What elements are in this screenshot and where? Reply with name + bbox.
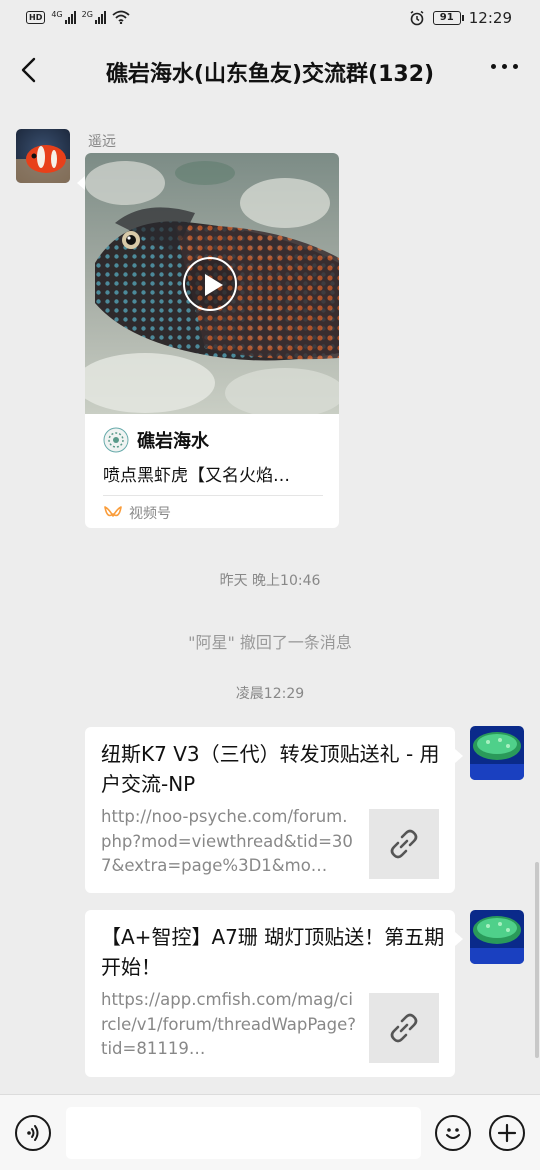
hd-indicator: HD — [26, 10, 46, 24]
self-avatar[interactable] — [470, 726, 524, 780]
more-button[interactable] — [491, 64, 518, 69]
link-card[interactable]: 【A+智控】A7珊 瑚灯顶贴送！第五期开始！ https://app.cmfis… — [85, 910, 463, 1077]
status-right: 91 12:29 — [409, 9, 512, 27]
signal-sim2-icon: 2G — [82, 10, 106, 24]
source-label: 视频号 — [129, 506, 171, 522]
signal-sim1-icon: 4G — [51, 10, 76, 24]
channels-icon — [104, 506, 122, 517]
chat-header: 礁岩海水(山东鱼友)交流群(132) — [0, 38, 540, 102]
voice-button[interactable] — [15, 1115, 51, 1151]
timestamp: 昨天 晚上10:46 — [219, 573, 321, 589]
emoji-button[interactable] — [435, 1115, 471, 1151]
add-button[interactable] — [489, 1115, 525, 1151]
sim2-network-label: 2G — [81, 10, 93, 19]
voice-icon — [27, 1125, 39, 1141]
link-thumbnail — [369, 809, 439, 879]
sender-avatar[interactable] — [16, 129, 70, 183]
scrollbar[interactable] — [535, 862, 539, 1058]
sim1-network-label: 4G — [51, 10, 63, 19]
alarm-icon — [410, 10, 424, 26]
video-description: 喷点黑虾虎【又名火焰… — [103, 466, 290, 486]
battery-icon: 91 — [432, 11, 464, 25]
plus-icon — [497, 1123, 517, 1143]
link-icon — [390, 829, 418, 859]
bubble-arrow — [77, 176, 85, 190]
link-title: 纽斯K7 V3（三代）转发顶贴送礼 - 用户交流-NP — [101, 742, 440, 796]
link-icon — [390, 1013, 418, 1043]
channel-logo-icon — [103, 427, 129, 453]
divider — [103, 495, 323, 496]
self-avatar[interactable] — [470, 910, 524, 964]
chat-title: 礁岩海水(山东鱼友)交流群(132) — [105, 62, 435, 87]
more-dots-icon — [491, 64, 496, 69]
chevron-left-icon — [21, 57, 36, 83]
video-card[interactable]: 礁岩海水 喷点黑虾虎【又名火焰… 视频号 — [85, 153, 339, 528]
play-icon[interactable] — [183, 257, 237, 311]
clock: 12:29 — [468, 9, 512, 27]
link-url: http://noo-psyche.com/forum.php?mod=view… — [101, 807, 353, 875]
wifi-icon — [112, 10, 130, 24]
source-row: 视频号 — [103, 503, 171, 523]
recall-notice: "阿星" 撤回了一条消息 — [188, 633, 352, 652]
link-url: https://app.cmfish.com/mag/circle/v1/for… — [101, 990, 357, 1058]
timestamp: 凌晨12:29 — [235, 686, 305, 702]
status-left: HD 4G 2G — [26, 10, 130, 24]
sender-name: 遥远 — [88, 134, 116, 150]
link-thumbnail — [369, 993, 439, 1063]
channel-name: 礁岩海水 — [137, 431, 209, 452]
message-input[interactable] — [66, 1107, 421, 1159]
input-bar — [0, 1094, 540, 1170]
channel-row: 礁岩海水 — [103, 427, 209, 453]
back-button[interactable] — [14, 54, 46, 86]
status-bar: HD 4G 2G 91 12:29 — [0, 0, 540, 38]
link-title: 【A+智控】A7珊 瑚灯顶贴送！第五期开始！ — [101, 925, 445, 979]
emoji-icon — [446, 1128, 460, 1139]
link-card[interactable]: 纽斯K7 V3（三代）转发顶贴送礼 - 用户交流-NP http://noo-p… — [85, 727, 463, 893]
